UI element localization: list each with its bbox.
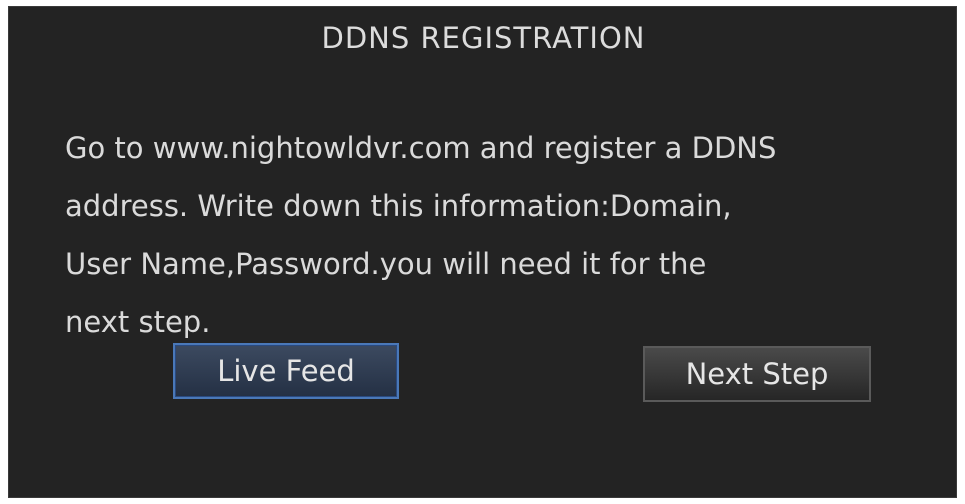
next-step-button[interactable]: Next Step — [643, 346, 871, 402]
live-feed-button[interactable]: Live Feed — [173, 343, 399, 399]
instruction-line-3: User Name,Password.you will need it for … — [65, 247, 707, 281]
instruction-line-2: address. Write down this information:Dom… — [65, 189, 732, 223]
dialog-title: DDNS REGISTRATION — [321, 21, 646, 55]
instruction-line-1: Go to www.nightowldvr.com and register a… — [65, 131, 777, 165]
instruction-text: Go to www.nightowldvr.com and register a… — [65, 119, 935, 351]
ddns-registration-dialog: DDNS REGISTRATION Go to www.nightowldvr.… — [8, 6, 957, 498]
